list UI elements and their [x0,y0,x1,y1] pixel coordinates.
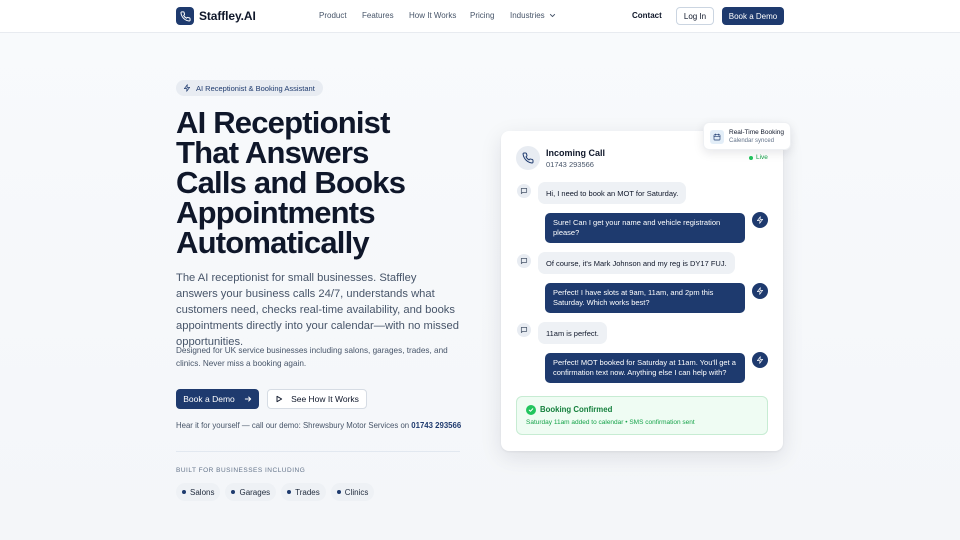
calendar-icon [710,130,724,144]
play-icon [276,395,283,403]
chat-bubble-icon [517,184,531,198]
hero-title-line: AI Receptionist [176,105,390,140]
book-demo-button[interactable]: Book a Demo [176,389,259,409]
realtime-booking-subtitle: Calendar synced [729,138,775,144]
top-nav: Staffley.AI Product Features How It Work… [0,0,960,33]
customer-message: Hi, I need to book an MOT for Saturday. [538,182,687,204]
nav-link-features[interactable]: Features [362,11,394,20]
industry-chip: Clinics [330,483,375,501]
login-button[interactable]: Log In [676,7,714,25]
nav-link-pricing[interactable]: Pricing [470,11,494,20]
ai-message: Sure! Can I get your name and vehicle re… [545,213,745,243]
hero-title: AI Receptionist That Answers Calls and B… [176,105,476,260]
nav-link-contact[interactable]: Contact [632,11,662,20]
industry-chip: Salons [176,483,221,501]
industry-chip: Garages [225,483,277,501]
demo-call-text: Hear it for yourself — call our demo: Sh… [176,421,412,430]
lightning-icon [183,84,191,92]
industry-chip-label: Salons [190,487,215,497]
booking-confirmed-details: Saturday 11am added to calendar • SMS co… [526,419,695,426]
brand-name: Staffley.AI [199,9,256,23]
customer-message: Of course, it's Mark Johnson and my reg … [538,252,735,274]
see-how-it-works-button[interactable]: See How It Works [267,389,367,409]
demo-phone-link[interactable]: 01743 293566 [411,421,461,430]
bullet-dot-icon [231,490,236,494]
nav-link-product[interactable]: Product [319,11,347,20]
book-demo-button-label: Book a Demo [183,394,235,404]
live-label: Live [756,154,768,161]
book-demo-nav-button[interactable]: Book a Demo [722,7,784,25]
booking-confirmed-panel: Booking Confirmed Saturday 11am added to… [516,396,768,435]
arrow-right-icon [244,396,251,402]
industry-chip-label: Garages [239,487,271,497]
hero-title-line: Appointments [176,195,376,230]
divider [176,451,460,452]
customer-message: 11am is perfect. [538,322,607,344]
booking-confirmed-title: Booking Confirmed [540,405,613,414]
hero-title-line: That Answers [176,135,369,170]
call-title: Incoming Call [546,148,606,158]
hero-subtitle: The AI receptionist for small businesses… [176,272,459,348]
bullet-dot-icon [287,490,292,494]
ai-lightning-icon [752,283,768,299]
built-for-label: BUILT FOR BUSINESSES INCLUDING [176,467,306,474]
phone-icon [516,146,540,170]
hero-badge-label: AI Receptionist & Booking Assistant [196,83,315,93]
ai-message: Perfect! I have slots at 9am, 11am, and … [545,283,745,313]
realtime-booking-card: Real-Time Booking Calendar synced [703,122,791,150]
ai-lightning-icon [752,212,768,228]
see-how-it-works-label: See How It Works [291,394,359,404]
check-circle-icon [526,405,536,415]
industry-chip: Trades [281,483,326,501]
ai-lightning-icon [752,352,768,368]
industry-chip-label: Trades [295,487,320,497]
caller-number: 01743 293566 [546,160,594,169]
hero-badge: AI Receptionist & Booking Assistant [176,80,323,96]
bullet-dot-icon [182,490,186,494]
chat-bubble-icon [517,254,531,268]
bullet-dot-icon [336,490,341,494]
chevron-down-icon [549,13,555,18]
live-indicator: Live [749,154,768,161]
nav-link-industries-label: Industries [510,11,545,20]
hero-subtitle-secondary: Designed for UK service businesses inclu… [176,346,448,368]
nav-link-industries[interactable]: Industries [510,11,556,20]
brand-logo[interactable]: Staffley.AI [176,7,256,25]
live-dot-icon [749,155,753,160]
realtime-booking-title: Real-Time Booking [729,129,785,136]
chat-bubble-icon [517,323,531,337]
call-demo-card: Incoming Call 01743 293566 Live Hi, I ne… [501,131,783,451]
nav-link-how-it-works[interactable]: How It Works [409,11,456,20]
phone-logo-icon [176,7,194,25]
demo-call-line: Hear it for yourself — call our demo: Sh… [176,421,461,430]
hero-title-line: Automatically [176,225,370,260]
industry-chip-label: Clinics [344,487,369,497]
hero-title-line: Calls and Books [176,165,406,200]
industry-chips: Salons Garages Trades Clinics [176,483,375,501]
ai-message: Perfect! MOT booked for Saturday at 11am… [545,353,745,383]
